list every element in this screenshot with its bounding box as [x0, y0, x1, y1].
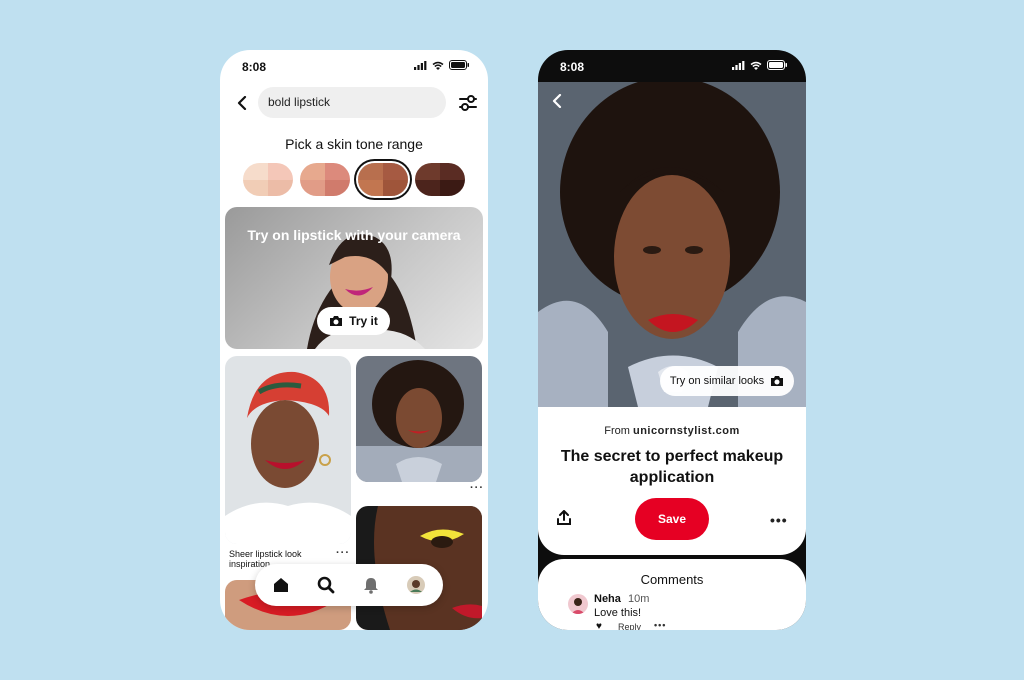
skin-tone-swatch-3[interactable] [358, 163, 408, 196]
search-results-phone: 8:08 bold lipstick Pick a skin tone rang… [220, 50, 488, 630]
nav-notifications[interactable] [361, 575, 381, 595]
skin-tone-cell [325, 163, 350, 180]
skin-tone-cell [300, 179, 325, 196]
skin-tone-cell [268, 179, 293, 196]
source-domain[interactable]: unicornstylist.com [633, 425, 740, 437]
skin-tone-cell [440, 179, 465, 196]
try-on-similar-label: Try on similar looks [669, 375, 765, 387]
nav-search[interactable] [316, 575, 336, 595]
search-input[interactable]: bold lipstick [258, 87, 446, 118]
curly-hair-woman-photo [356, 360, 482, 482]
commenter-avatar[interactable] [568, 594, 588, 614]
pin-detail-phone: 8:08 Try on similar looks From unicornst… [538, 50, 806, 630]
chevron-left-icon [552, 93, 562, 109]
pin-source: From unicornstylist.com [538, 425, 806, 437]
status-bar: 8:08 [220, 50, 488, 84]
signal-icon [414, 60, 427, 70]
pin-info-card: From unicornstylist.com The secret to pe… [538, 407, 806, 555]
search-icon [317, 576, 335, 594]
chevron-left-icon [237, 96, 247, 110]
pin-curly-hair[interactable] [356, 356, 482, 482]
wifi-icon [750, 61, 762, 70]
skin-tone-cell [440, 163, 465, 180]
bell-icon [364, 578, 378, 594]
camera-icon [330, 316, 343, 326]
pin-more-button[interactable]: ··· [336, 547, 350, 559]
comments-title: Comments [640, 572, 704, 587]
skin-tone-cell [243, 179, 268, 196]
reply-button[interactable]: Reply [618, 622, 641, 630]
pin-title: The secret to perfect makeup application [560, 448, 784, 486]
comment-time: 10m [628, 593, 650, 605]
heart-icon[interactable]: ♥ [596, 621, 602, 630]
status-time: 8:08 [242, 60, 267, 74]
back-button[interactable] [552, 93, 568, 112]
curly-hair-woman-photo [538, 82, 806, 407]
bottom-nav [255, 564, 443, 606]
share-button[interactable] [556, 510, 574, 528]
source-prefix: From [604, 425, 630, 437]
back-button[interactable] [234, 94, 250, 112]
status-bar: 8:08 [538, 50, 806, 84]
skin-tone-swatch-1[interactable] [243, 163, 293, 196]
pin-more-button[interactable]: ··· [470, 482, 484, 494]
try-on-similar-button[interactable]: Try on similar looks [660, 366, 794, 396]
comments-section: Comments Neha 10m Love this! ♥ Reply ••• [538, 559, 806, 630]
skin-tone-cell [383, 179, 408, 196]
comment-more-button[interactable]: ••• [654, 620, 666, 630]
more-options-button[interactable]: ••• [770, 512, 788, 528]
skin-tone-swatch-2[interactable] [300, 163, 350, 196]
home-icon [274, 578, 288, 592]
filter-sliders-icon [459, 95, 477, 111]
smiling-woman-headwrap-photo [225, 371, 351, 544]
skin-tone-cell [268, 163, 293, 180]
try-it-label: Try it [349, 314, 378, 328]
save-button[interactable]: Save [635, 498, 709, 540]
try-it-button[interactable]: Try it [317, 307, 390, 335]
avatar-image [571, 598, 585, 614]
try-on-banner[interactable]: Try on lipstick with your camera Try it [225, 207, 483, 349]
battery-icon [449, 60, 469, 70]
pin-image[interactable]: Try on similar looks [538, 82, 806, 407]
status-time: 8:08 [560, 60, 585, 74]
status-icons [414, 60, 470, 70]
skin-tone-title: Pick a skin tone range [285, 136, 423, 152]
try-on-banner-text: Try on lipstick with your camera [247, 227, 461, 243]
filter-button[interactable] [458, 93, 478, 113]
comment-author[interactable]: Neha [594, 593, 621, 605]
battery-icon [767, 60, 787, 70]
skin-tone-swatch-4[interactable] [415, 163, 465, 196]
share-icon [557, 510, 571, 525]
skin-tone-cell [358, 163, 383, 180]
skin-tone-cell [243, 163, 268, 180]
skin-tone-cell [325, 179, 350, 196]
status-icons [732, 60, 788, 70]
nav-home[interactable] [271, 575, 291, 595]
profile-avatar [407, 576, 425, 594]
skin-tone-cell [415, 163, 440, 180]
skin-tone-cell [300, 163, 325, 180]
camera-icon [771, 376, 784, 386]
pin-sheer-lipstick[interactable] [225, 356, 351, 544]
comment-text: Love this! [594, 607, 642, 619]
nav-profile[interactable] [406, 575, 426, 595]
skin-tone-cell [383, 163, 408, 180]
wifi-icon [432, 61, 444, 70]
skin-tone-cell [358, 179, 383, 196]
signal-icon [732, 60, 745, 70]
skin-tone-cell [415, 179, 440, 196]
